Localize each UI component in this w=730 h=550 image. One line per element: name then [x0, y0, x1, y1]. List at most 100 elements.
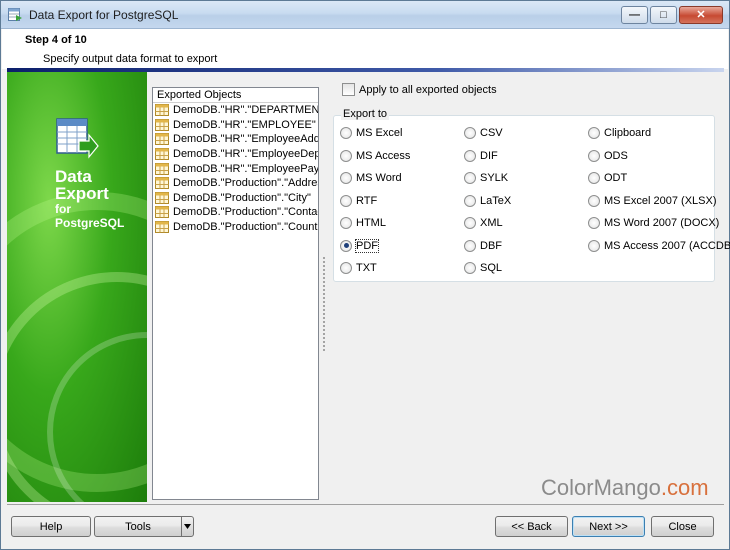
- maximize-icon: □: [660, 8, 667, 21]
- table-icon: [155, 191, 169, 204]
- format-option-ms-excel[interactable]: MS Excel: [340, 127, 402, 139]
- wizard-header: Step 4 of 10 Specify output data format …: [2, 29, 728, 69]
- format-option-html[interactable]: HTML: [340, 217, 386, 229]
- format-option-sylk[interactable]: SYLK: [464, 172, 508, 184]
- object-name: DemoDB."HR"."EmployeeAddress: [173, 133, 319, 146]
- close-window-button[interactable]: ✕: [679, 6, 723, 24]
- radio-button[interactable]: [464, 172, 476, 184]
- radio-button[interactable]: [464, 217, 476, 229]
- format-option-txt[interactable]: TXT: [340, 262, 377, 274]
- radio-button[interactable]: [340, 239, 352, 252]
- radio-button[interactable]: [464, 149, 476, 162]
- radio-button[interactable]: [340, 172, 352, 184]
- title-bar[interactable]: Data Export for PostgreSQL — □ ✕: [1, 1, 729, 29]
- radio-button[interactable]: [340, 149, 352, 162]
- object-name: DemoDB."Production"."Contact": [173, 206, 319, 219]
- radio-button[interactable]: [588, 194, 600, 207]
- next-button[interactable]: Next >>: [572, 516, 645, 537]
- format-option-ods[interactable]: ODS: [588, 149, 628, 162]
- radio-button[interactable]: [464, 262, 476, 274]
- close-icon: ✕: [696, 8, 706, 21]
- object-list-item[interactable]: DemoDB."Production"."Country": [153, 220, 318, 235]
- format-option-dbf[interactable]: DBF: [464, 239, 502, 252]
- radio-button[interactable]: [464, 239, 476, 252]
- help-button[interactable]: Help: [11, 516, 91, 537]
- object-list-item[interactable]: DemoDB."Production"."Contact": [153, 205, 318, 220]
- radio-button[interactable]: [464, 127, 476, 139]
- window-title: Data Export for PostgreSQL: [29, 8, 179, 22]
- minimize-icon: —: [629, 8, 640, 21]
- export-to-label: Export to: [341, 108, 390, 120]
- radio-button[interactable]: [464, 194, 476, 207]
- format-option-ms-word-2007-docx[interactable]: MS Word 2007 (DOCX): [588, 217, 719, 229]
- table-icon: [155, 221, 169, 234]
- back-button[interactable]: << Back: [495, 516, 568, 537]
- table-icon: [155, 162, 169, 175]
- radio-button[interactable]: [340, 194, 352, 207]
- object-list-item[interactable]: DemoDB."HR"."EmployeeDepartm: [153, 147, 318, 162]
- apply-all-label: Apply to all exported objects: [359, 83, 497, 96]
- step-title: Step 4 of 10: [25, 34, 87, 46]
- format-option-dif[interactable]: DIF: [464, 149, 498, 162]
- format-option-csv[interactable]: CSV: [464, 127, 503, 139]
- format-option-label: Clipboard: [604, 127, 652, 139]
- format-option-label: TXT: [356, 262, 377, 274]
- format-option-ms-access-2007-accdb[interactable]: MS Access 2007 (ACCDB): [588, 239, 730, 252]
- radio-button[interactable]: [588, 172, 600, 184]
- object-list-item[interactable]: DemoDB."Production"."City": [153, 191, 318, 206]
- maximize-button[interactable]: □: [650, 6, 677, 24]
- format-option-pdf[interactable]: PDF: [340, 238, 379, 253]
- format-option-ms-excel-2007-xlsx[interactable]: MS Excel 2007 (XLSX): [588, 194, 717, 207]
- object-list-item[interactable]: DemoDB."HR"."EmployeePayHisto: [153, 161, 318, 176]
- format-option-odt[interactable]: ODT: [588, 172, 627, 184]
- radio-button[interactable]: [588, 217, 600, 229]
- radio-button[interactable]: [340, 262, 352, 274]
- format-option-clipboard[interactable]: Clipboard: [588, 127, 651, 139]
- tools-button[interactable]: Tools: [94, 516, 182, 537]
- object-list-item[interactable]: DemoDB."Production"."Address": [153, 176, 318, 191]
- object-list-item[interactable]: DemoDB."HR"."EmployeeAddress: [153, 132, 318, 147]
- table-icon: [155, 148, 169, 161]
- table-icon: [155, 118, 169, 131]
- exported-objects-list[interactable]: Exported Objects DemoDB."HR"."DEPARTMENT…: [152, 87, 319, 500]
- radio-button[interactable]: [340, 217, 352, 229]
- format-option-rtf[interactable]: RTF: [340, 194, 377, 207]
- table-icon: [155, 133, 169, 146]
- minimize-button[interactable]: —: [621, 6, 648, 24]
- radio-button[interactable]: [588, 127, 600, 139]
- format-option-label: PDF: [355, 238, 379, 253]
- tools-dropdown-button[interactable]: [181, 516, 194, 537]
- format-option-ms-access[interactable]: MS Access: [340, 149, 411, 162]
- format-option-xml[interactable]: XML: [464, 217, 503, 229]
- format-option-label: SQL: [480, 262, 503, 274]
- banner-text: Data Export for PostgreSQL: [55, 168, 124, 230]
- format-option-label: MS Word: [356, 172, 402, 184]
- checkbox-box[interactable]: [342, 83, 355, 96]
- format-option-label: DBF: [480, 239, 502, 252]
- radio-button[interactable]: [588, 149, 600, 162]
- panel-splitter[interactable]: [322, 256, 326, 352]
- object-list-item[interactable]: DemoDB."HR"."EMPLOYEE": [153, 118, 318, 133]
- format-option-label: MS Word 2007 (DOCX): [604, 217, 720, 229]
- banner-line-1: Data: [55, 167, 92, 186]
- format-option-latex[interactable]: LaTeX: [464, 194, 511, 207]
- radio-button[interactable]: [340, 127, 352, 139]
- object-name: DemoDB."Production"."Country": [173, 221, 319, 234]
- format-option-sql[interactable]: SQL: [464, 262, 502, 274]
- format-option-label: DIF: [480, 149, 498, 162]
- close-button[interactable]: Close: [651, 516, 714, 537]
- format-option-label: MS Access 2007 (ACCDB): [604, 239, 730, 252]
- object-name: DemoDB."HR"."EMPLOYEE": [173, 118, 316, 131]
- radio-button[interactable]: [588, 239, 600, 252]
- export-wizard-window: Data Export for PostgreSQL — □ ✕ Step 4 …: [0, 0, 730, 550]
- format-option-label: MS Access: [356, 149, 411, 162]
- format-option-ms-word[interactable]: MS Word: [340, 172, 402, 184]
- object-name: DemoDB."HR"."DEPARTMENT": [173, 104, 319, 117]
- step-subtitle: Specify output data format to export: [43, 53, 218, 65]
- apply-all-checkbox[interactable]: Apply to all exported objects: [342, 83, 497, 96]
- object-name: DemoDB."Production"."City": [173, 191, 311, 204]
- object-name: DemoDB."HR"."EmployeeDepartm: [173, 148, 319, 161]
- object-list-item[interactable]: DemoDB."HR"."DEPARTMENT": [153, 103, 318, 118]
- bottom-divider: [7, 504, 724, 505]
- format-option-label: ODS: [604, 149, 628, 162]
